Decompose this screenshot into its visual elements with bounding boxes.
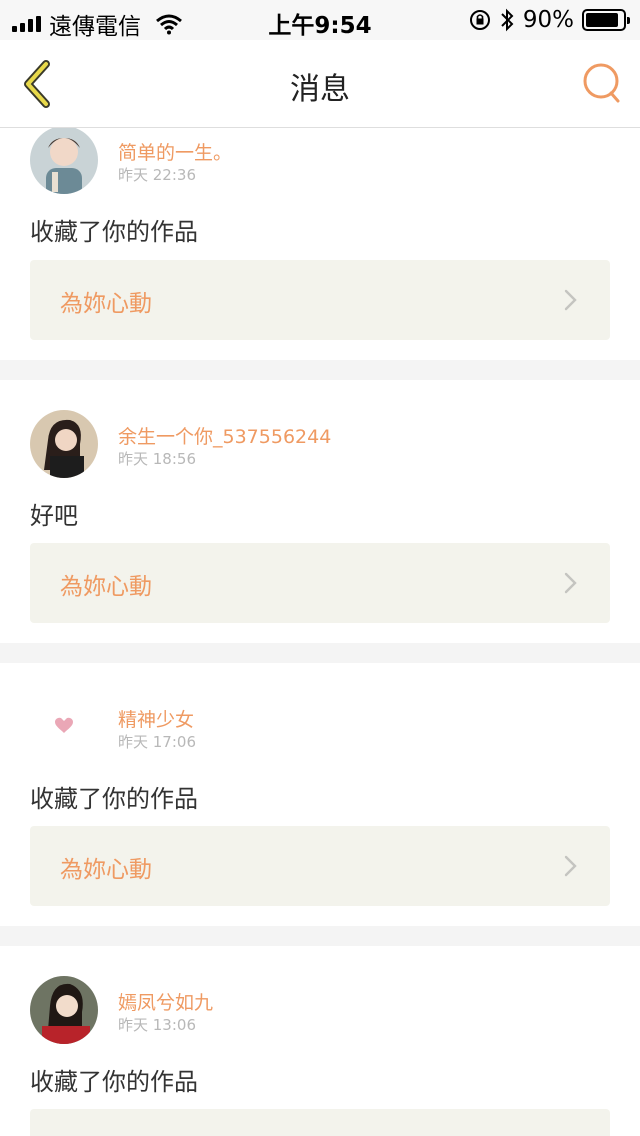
work-link[interactable] <box>30 1109 610 1136</box>
work-title: 為妳心動 <box>60 574 152 600</box>
work-link[interactable]: 為妳心動 <box>30 260 610 340</box>
avatar-image <box>30 693 98 761</box>
avatar[interactable] <box>30 976 98 1044</box>
message-card: 简单的一生。 昨天 22:36 收藏了你的作品 為妳心動 <box>0 128 640 360</box>
message-text: 收藏了你的作品 <box>30 785 198 813</box>
username[interactable]: 精神少女 <box>118 705 194 732</box>
message-time: 昨天 18:56 <box>118 450 196 468</box>
message-text: 收藏了你的作品 <box>30 218 198 246</box>
battery-fill <box>586 13 619 27</box>
username[interactable]: 余生一个你_537556244 <box>118 422 331 449</box>
message-text: 收藏了你的作品 <box>30 1068 198 1096</box>
work-link[interactable]: 為妳心動 <box>30 543 610 623</box>
username[interactable]: 简单的一生。 <box>118 138 232 165</box>
chevron-right-icon <box>564 572 577 594</box>
message-time: 昨天 17:06 <box>118 733 196 751</box>
status-right: 90% <box>469 7 630 33</box>
message-card: 余生一个你_537556244 昨天 18:56 好吧 為妳心動 <box>0 380 640 643</box>
battery-percent: 90% <box>522 7 574 33</box>
orientation-lock-icon <box>469 10 490 30</box>
avatar[interactable] <box>30 410 98 478</box>
avatar-image <box>30 128 98 194</box>
message-card: 嫣凤兮如九 昨天 13:06 收藏了你的作品 <box>0 946 640 1136</box>
avatar-image <box>30 410 98 478</box>
navigation-bar: 消息 <box>0 40 640 128</box>
avatar[interactable] <box>30 128 98 194</box>
chevron-right-icon <box>564 289 577 311</box>
message-card: 精神少女 昨天 17:06 收藏了你的作品 為妳心動 <box>0 663 640 926</box>
search-icon[interactable] <box>580 60 624 106</box>
avatar[interactable] <box>30 693 98 761</box>
bluetooth-icon <box>501 8 514 32</box>
message-time: 昨天 13:06 <box>118 1016 196 1034</box>
message-time: 昨天 22:36 <box>118 166 196 184</box>
chevron-right-icon <box>564 855 577 877</box>
avatar-image <box>30 976 98 1044</box>
status-bar: 遠傳電信 上午9:54 90% <box>0 0 640 40</box>
work-title: 為妳心動 <box>60 291 152 317</box>
work-title: 為妳心動 <box>60 857 152 883</box>
work-link[interactable]: 為妳心動 <box>30 826 610 906</box>
message-feed[interactable]: 简单的一生。 昨天 22:36 收藏了你的作品 為妳心動 余生一个你_53755… <box>0 128 640 1136</box>
username[interactable]: 嫣凤兮如九 <box>118 988 213 1015</box>
page-title: 消息 <box>290 72 350 107</box>
message-text: 好吧 <box>30 502 78 530</box>
battery-icon <box>582 9 630 31</box>
